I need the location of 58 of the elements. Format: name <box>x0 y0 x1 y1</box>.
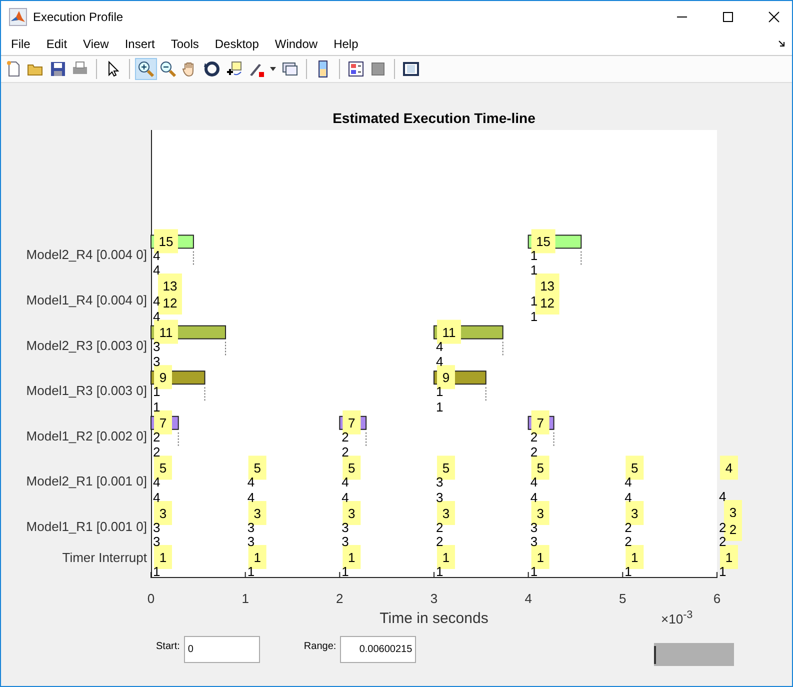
start-field[interactable]: 0 <box>184 636 260 663</box>
count-label: 1 <box>530 308 538 324</box>
tick-label: 1 <box>242 591 249 606</box>
zoom-in-icon[interactable] <box>135 58 157 80</box>
tick-label: 3 <box>430 591 438 606</box>
end-marker <box>485 386 486 402</box>
maximize-icon[interactable] <box>722 10 734 22</box>
row-label: Timer Interrupt <box>62 550 147 565</box>
row-label: Model1_R2 [0.002 0] <box>26 428 147 444</box>
end-marker <box>502 341 504 356</box>
menu-item[interactable]: Insert <box>116 36 163 50</box>
chart-title: Estimated Execution Time-line <box>332 110 536 126</box>
tick-label: 0 <box>147 591 155 606</box>
app-logo-icon <box>9 8 27 26</box>
slider-thumb[interactable] <box>654 646 656 664</box>
menu-item[interactable]: Tools <box>162 36 207 50</box>
count-label: 4 <box>153 294 160 308</box>
row-label: Model1_R3 [0.003 0] <box>26 383 147 398</box>
tick-label: 6 <box>713 591 721 606</box>
menu-item[interactable]: Edit <box>38 36 76 50</box>
count-label: 2 <box>718 520 726 535</box>
close-icon[interactable] <box>768 10 780 22</box>
row-label: Model2_R4 [0.004 0] <box>26 247 147 262</box>
end-marker <box>178 432 179 447</box>
menu-item[interactable]: File <box>3 36 38 50</box>
menu-item[interactable]: Window <box>266 36 326 50</box>
range-field[interactable]: 0.00600215 <box>340 636 416 663</box>
count-label: 1 <box>436 399 444 414</box>
end-marker <box>225 341 226 356</box>
menu-item[interactable]: Desktop <box>206 36 267 50</box>
end-marker <box>204 386 206 402</box>
tick-label: 4 <box>524 591 532 606</box>
start-label: Start: <box>156 641 180 652</box>
end-marker <box>192 250 194 266</box>
window-title: Execution Profile <box>33 10 124 24</box>
task-label: 4 <box>720 456 738 480</box>
caret-icon[interactable] <box>270 67 276 71</box>
row-label: Model1_R4 [0.004 0] <box>26 292 147 308</box>
end-marker <box>553 432 554 447</box>
end-marker <box>366 432 367 447</box>
count-label: 4 <box>153 262 160 278</box>
row-label: Model1_R1 [0.001 0] <box>26 519 147 534</box>
slider[interactable] <box>654 643 734 666</box>
count-label: 1 <box>530 294 538 308</box>
tick-label: 2 <box>336 591 344 606</box>
task-label: 12 <box>535 290 560 314</box>
dock-arrow-icon[interactable] <box>778 40 786 48</box>
menu-item[interactable]: Help <box>326 36 366 50</box>
range-label: Range: <box>304 641 336 652</box>
axis-label: Time in seconds <box>380 610 488 627</box>
menu-item[interactable]: View <box>75 36 117 50</box>
count-label: 1 <box>530 262 538 278</box>
row-label: Model2_R3 [0.003 0] <box>26 338 147 353</box>
count-label: 4 <box>718 489 726 504</box>
end-marker <box>580 250 582 266</box>
axis-exponent: ×10$^{-3}$ <box>661 609 694 626</box>
row-label: Model2_R1 [0.001 0] <box>26 474 147 489</box>
tick-label: 5 <box>619 591 626 606</box>
